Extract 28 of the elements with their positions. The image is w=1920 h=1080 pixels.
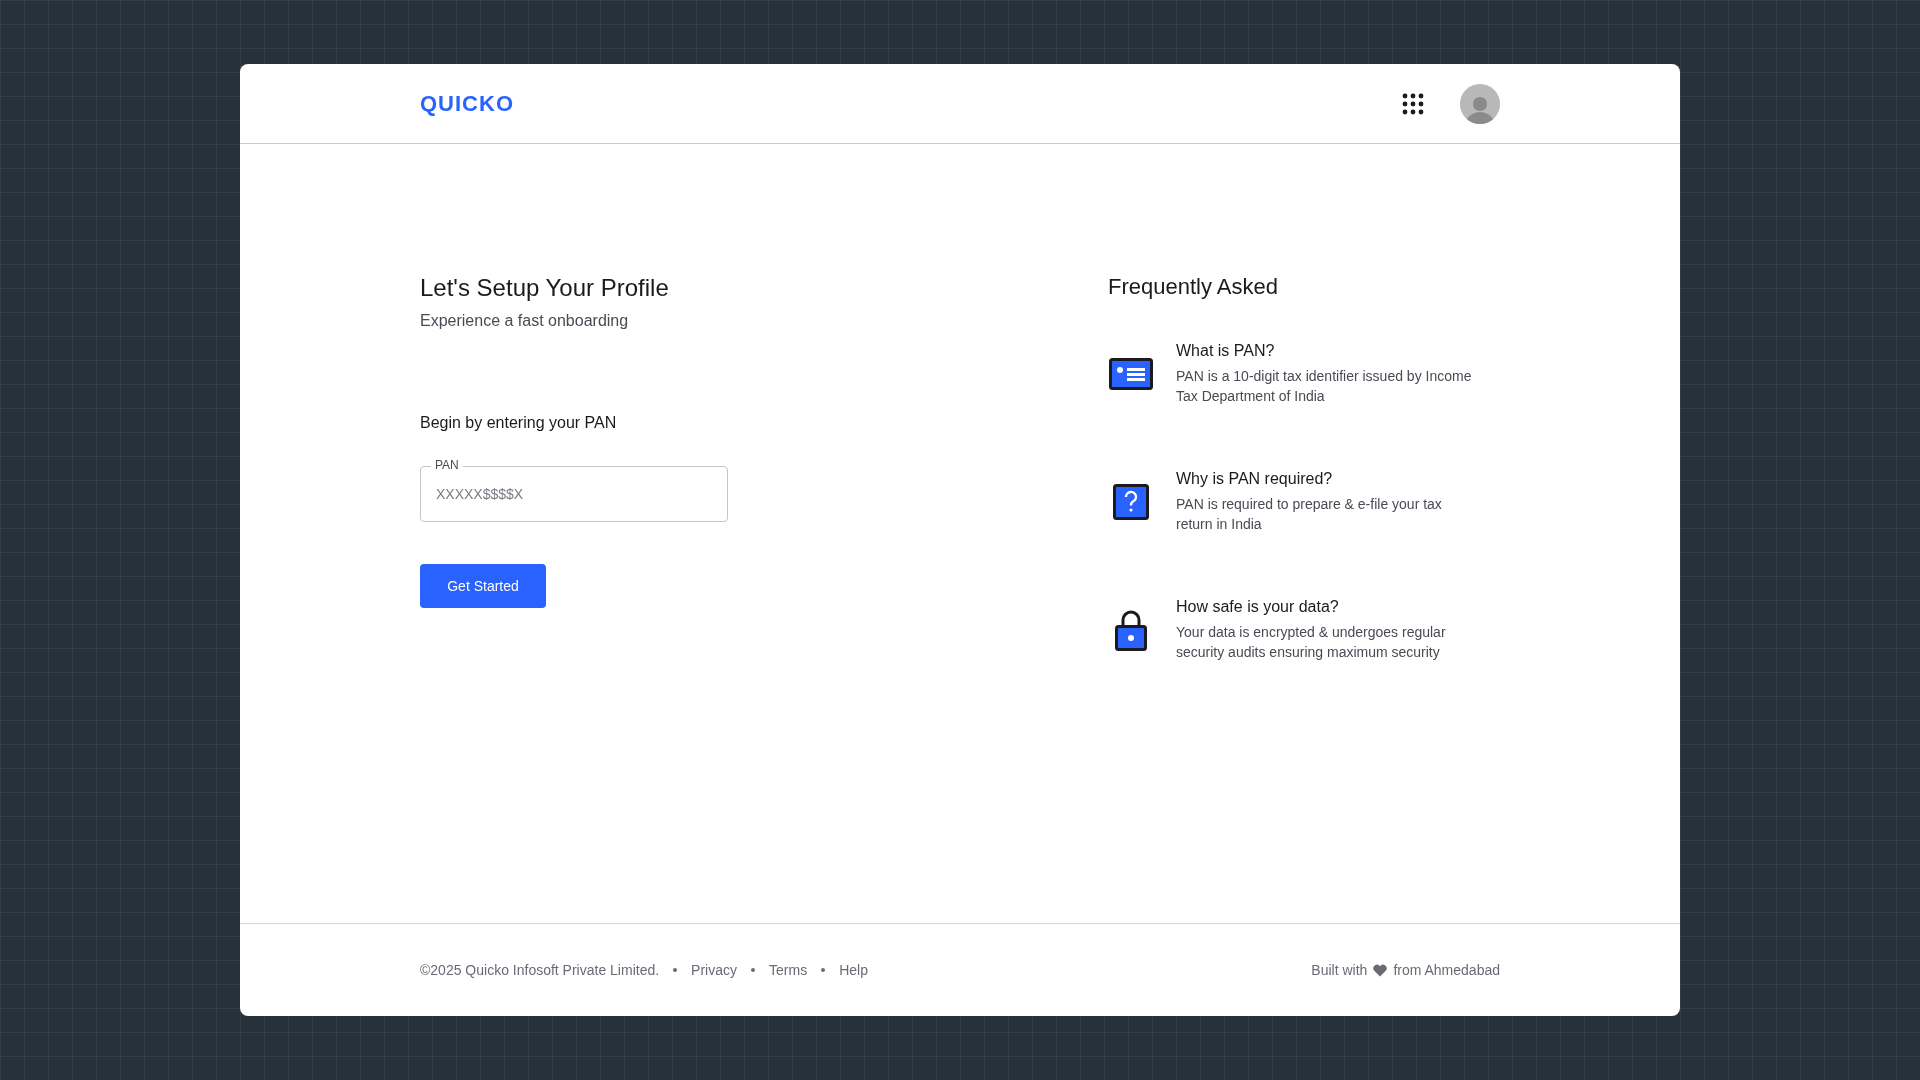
faq-answer: PAN is required to prepare & e-file your tax return in India <box>1176 495 1443 534</box>
separator-dot <box>751 968 755 972</box>
id-card-icon <box>1109 358 1153 390</box>
faq-question: How safe is your data? <box>1176 598 1340 616</box>
footer-link[interactable]: Privacy <box>691 962 737 978</box>
built-with-text: Built with <box>1311 962 1368 978</box>
faq-answer: PAN is a 10-digit tax identifier issued by Income Tax Department of India <box>1176 367 1473 406</box>
separator-dot <box>673 968 678 972</box>
faq-answer: Your data is encrypted & undergoes regular security audits ensuring maximum security <box>1176 623 1447 662</box>
get-started-button[interactable]: Get Started <box>420 564 546 608</box>
faq-question: Why is PAN required? <box>1176 470 1334 488</box>
footer-link[interactable]: Terms <box>769 962 808 978</box>
question-icon <box>1113 484 1149 520</box>
page-title: Let's Setup Your Profile <box>420 274 670 302</box>
copyright-text: ©2025 Quicko Infosoft Private Limited. <box>420 962 660 978</box>
field-label: PAN <box>431 458 463 472</box>
lock-icon <box>1115 609 1147 651</box>
page-subtitle: Experience a fast onboarding <box>420 312 630 330</box>
built-from-text: from Ahmedabad <box>1393 962 1500 978</box>
logo[interactable]: QUICKO <box>420 90 514 117</box>
faq-question: What is PAN? <box>1176 342 1276 360</box>
faq-title: Frequently Asked <box>1108 274 1279 300</box>
separator-dot <box>821 968 826 972</box>
apps-grid-icon[interactable] <box>1402 92 1424 115</box>
avatar[interactable] <box>1460 83 1500 124</box>
pan-prompt: Begin by entering your PAN <box>420 414 618 432</box>
footer-link[interactable]: Help <box>839 962 868 978</box>
heart-icon <box>1373 963 1388 977</box>
